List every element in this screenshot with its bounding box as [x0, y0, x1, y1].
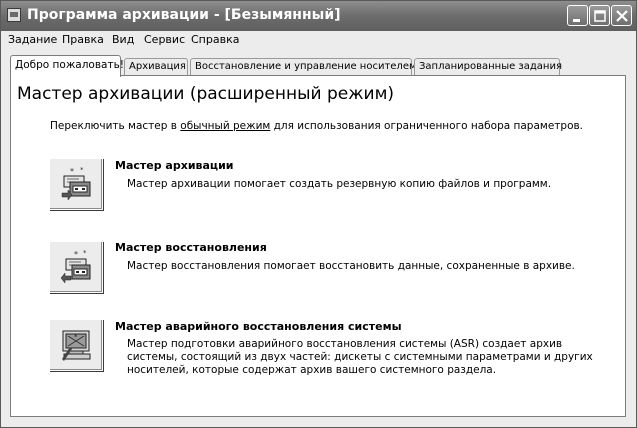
menu-view[interactable]: Вид — [112, 33, 134, 46]
mode-switch-prefix: Переключить мастер в — [50, 120, 181, 132]
menu-edit[interactable]: Правка — [62, 33, 104, 46]
menu-task[interactable]: Задание — [8, 33, 57, 46]
tab-welcome[interactable]: Добро пожаловать! — [10, 55, 124, 77]
maximize-button[interactable] — [589, 5, 610, 26]
mode-switch-text: Переключить мастер в обычный режим для и… — [50, 120, 583, 132]
menu-help[interactable]: Справка — [191, 33, 239, 46]
basic-mode-link[interactable]: обычный режим — [180, 120, 270, 132]
tab-strip: Добро пожаловать! Архивация Восстановлен… — [1, 51, 636, 77]
svg-text:*: * — [74, 333, 78, 341]
menu-bar: Задание Правка Вид Сервис Справка — [1, 31, 636, 51]
backup-app-icon — [7, 8, 21, 22]
mode-switch-suffix: для использования ограниченного набора п… — [270, 120, 584, 132]
welcome-panel: Мастер архивации (расширенный режим) Пер… — [10, 75, 626, 417]
restore-wizard-icon: * * — [60, 250, 91, 284]
close-icon — [616, 10, 628, 22]
maximize-icon — [594, 10, 606, 22]
svg-text:*: * — [83, 250, 87, 257]
svg-text:*: * — [74, 250, 78, 259]
window-title: Программа архивации - [Безымянный] — [27, 7, 341, 23]
backup-wizard-description: Мастер архивации помогает создать резерв… — [127, 178, 552, 190]
tab-backup[interactable]: Архивация — [124, 58, 188, 76]
minimize-button[interactable] — [567, 5, 588, 26]
restore-wizard-title[interactable]: Мастер восстановления — [115, 241, 267, 254]
close-button[interactable] — [611, 5, 632, 26]
svg-text:*: * — [80, 167, 84, 174]
tab-restore-media[interactable]: Восстановление и управление носителем — [190, 58, 417, 76]
restore-wizard-button[interactable]: * * — [49, 241, 103, 293]
tab-scheduled-jobs[interactable]: Запланированные задания — [414, 58, 562, 76]
asr-wizard-button[interactable]: * — [49, 319, 103, 371]
page-title: Мастер архивации (расширенный режим) — [17, 84, 395, 104]
asr-wizard-description: Мастер подготовки аварийного восстановле… — [127, 338, 593, 376]
asr-wizard-title[interactable]: Мастер аварийного восстановления системы — [115, 320, 402, 333]
svg-text:*: * — [70, 167, 74, 176]
restore-wizard-description: Мастер восстановления помогает восстанов… — [127, 260, 575, 272]
backup-window: Программа архивации - [Безымянный] Задан… — [0, 0, 637, 428]
backup-wizard-button[interactable]: * * — [49, 158, 103, 210]
backup-wizard-icon: * * — [61, 167, 91, 201]
asr-wizard-icon: * — [62, 330, 91, 361]
title-bar[interactable]: Программа архивации - [Безымянный] — [1, 1, 636, 31]
menu-tools[interactable]: Сервис — [144, 33, 185, 46]
minimize-icon — [573, 19, 580, 22]
backup-wizard-title[interactable]: Мастер архивации — [115, 159, 233, 172]
